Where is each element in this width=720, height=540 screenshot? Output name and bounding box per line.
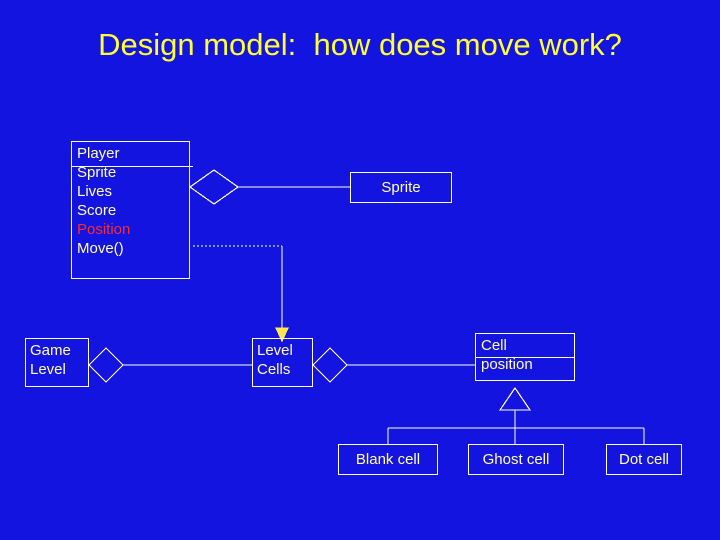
class-member-cells: Cells (257, 361, 291, 378)
class-name-blank-cell: Blank cell (355, 451, 421, 468)
slide-canvas: Design model: how does move work? Player… (0, 0, 720, 540)
class-box-sprite[interactable]: Sprite (350, 172, 452, 203)
class-name-game: Game (30, 342, 71, 359)
class-name-separator-player (72, 166, 193, 167)
class-member-score: Score (77, 202, 117, 219)
aggregation-diamond-levelcells (312, 347, 348, 383)
slide-title: Design model: how does move work? (98, 27, 622, 62)
class-box-ghost-cell[interactable]: Ghost cell (468, 444, 564, 475)
aggregation-diamond-player-sprite (188, 169, 240, 205)
class-box-blank-cell[interactable]: Blank cell (338, 444, 438, 475)
class-name-separator-cell (476, 357, 574, 358)
class-name-dot-cell: Dot cell (618, 451, 670, 468)
class-box-player[interactable]: Player Sprite Lives Score Position Move(… (71, 141, 190, 279)
class-name-sprite: Sprite (381, 179, 421, 196)
aggregation-diamond-gamelevel (88, 347, 124, 383)
class-name-level-2: Level (257, 342, 293, 359)
class-name-level: Level (30, 361, 66, 378)
class-member-lives: Lives (77, 183, 113, 200)
class-box-level-cells[interactable]: Level Cells (252, 338, 313, 387)
class-name-cell: Cell (481, 337, 507, 354)
class-name-player: Player (77, 145, 120, 162)
class-name-ghost-cell: Ghost cell (482, 451, 550, 468)
class-box-dot-cell[interactable]: Dot cell (606, 444, 682, 475)
class-member-position: Position (77, 221, 131, 238)
class-member-move: Move() (77, 240, 124, 257)
generalization-triangle-cell (498, 386, 532, 411)
class-box-game-level[interactable]: Game Level (25, 338, 89, 387)
